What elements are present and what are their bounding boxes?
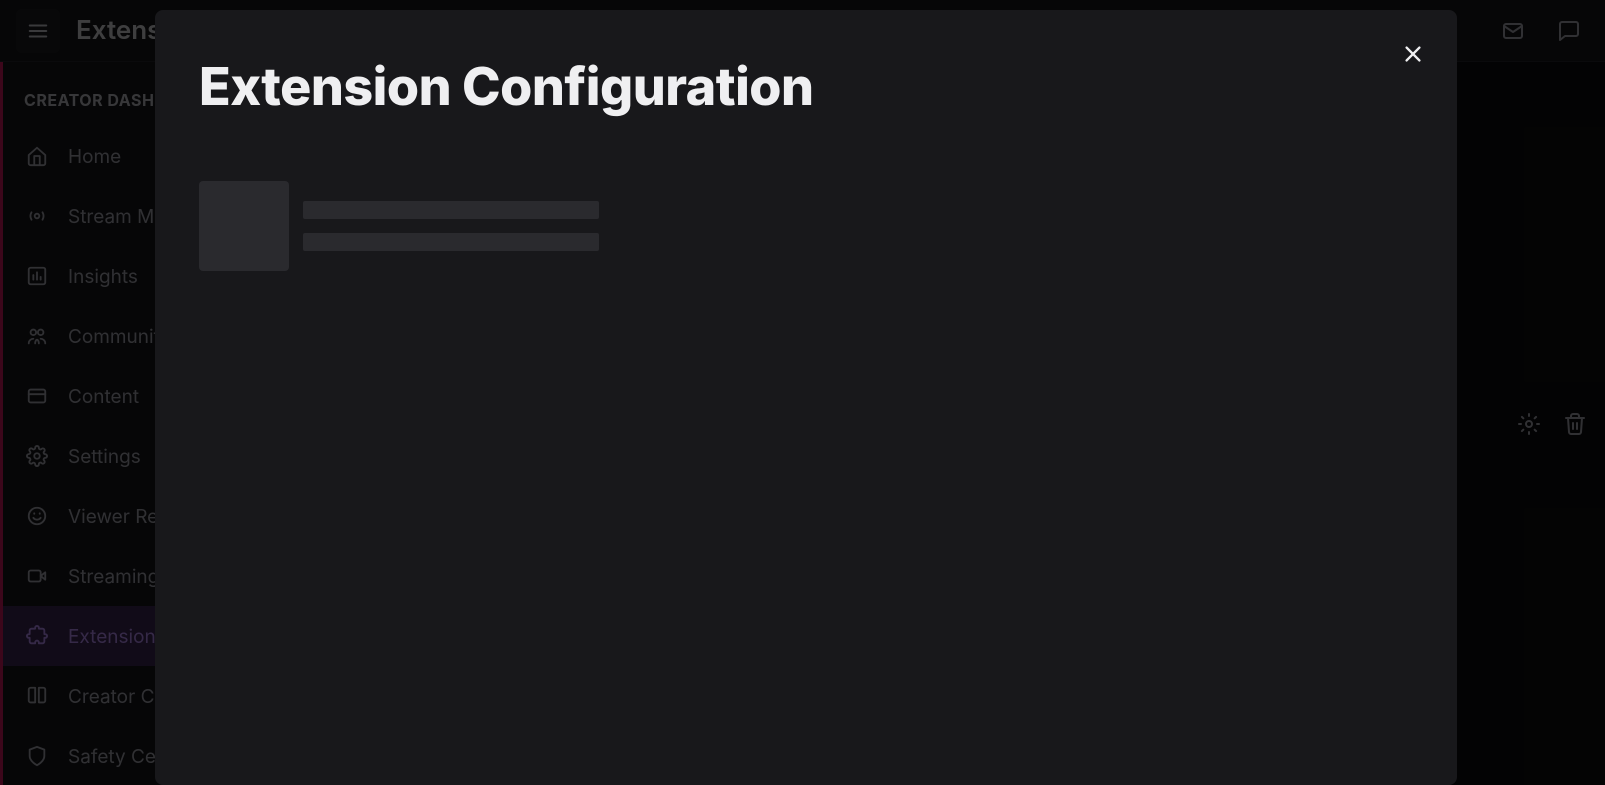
loading-skeleton — [199, 181, 1413, 271]
skeleton-thumbnail — [199, 181, 289, 271]
skeleton-line — [303, 233, 599, 251]
skeleton-lines — [303, 201, 599, 251]
close-button[interactable] — [1397, 38, 1429, 70]
modal-title: Extension Configuration — [199, 58, 1413, 115]
extension-configuration-modal: Extension Configuration — [155, 10, 1457, 785]
close-icon — [1402, 43, 1424, 65]
skeleton-line — [303, 201, 599, 219]
